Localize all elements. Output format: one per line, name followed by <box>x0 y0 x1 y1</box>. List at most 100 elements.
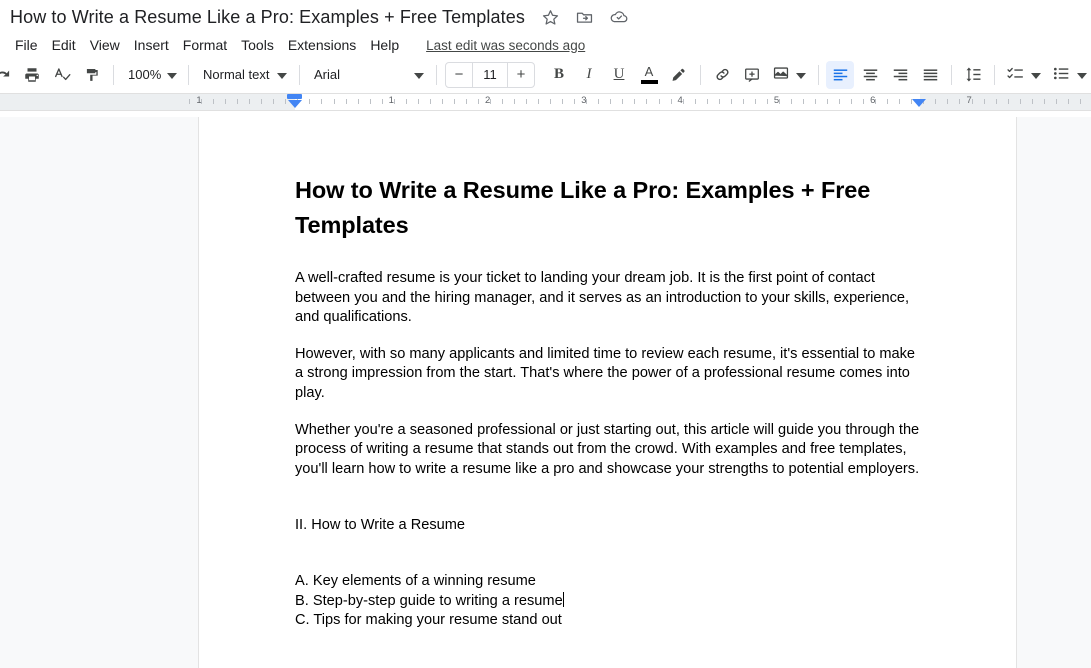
ruler-tick <box>381 99 383 104</box>
list-item-c: C. Tips for making your resume stand out <box>295 612 562 629</box>
underline-button[interactable]: U <box>605 61 633 89</box>
document-canvas[interactable]: How to Write a Resume Like a Pro: Exampl… <box>0 117 1091 668</box>
ruler-tick <box>1019 99 1021 104</box>
ruler-number: 6 <box>870 95 876 106</box>
menu-item-edit[interactable]: Edit <box>45 36 83 54</box>
font-family-dropdown[interactable]: Arial <box>306 61 430 89</box>
ruler-tick <box>947 99 949 104</box>
ruler-tick <box>899 99 901 104</box>
ruler-tick <box>646 99 648 104</box>
section-heading: II. How to Write a Resume <box>295 516 466 533</box>
bulleted-list-icon <box>1052 64 1071 86</box>
redo-icon[interactable] <box>0 61 16 89</box>
ruler-margin-left <box>0 94 295 110</box>
ruler-tick <box>189 99 191 104</box>
checklist-icon <box>1006 64 1025 86</box>
ruler-tick <box>213 99 215 104</box>
text-cursor <box>562 591 565 607</box>
right-indent-marker[interactable] <box>912 98 926 107</box>
paragraph-2: However, with so many applicants and lim… <box>295 345 916 401</box>
align-left-icon[interactable] <box>826 60 854 89</box>
star-icon[interactable] <box>539 5 563 29</box>
italic-label: I <box>586 66 592 82</box>
ruler-tick <box>622 99 624 104</box>
font-size-input[interactable]: 11 <box>472 62 508 87</box>
chevron-down-icon <box>167 67 178 82</box>
menu-item-tools[interactable]: Tools <box>234 36 281 54</box>
ruler-tick <box>815 99 817 104</box>
ruler-tick <box>634 99 636 104</box>
list-item-a: A. Key elements of a winning resume <box>295 573 536 590</box>
chevron-down-icon <box>414 67 424 82</box>
document-heading: How to Write a Resume Like a Pro: Exampl… <box>295 177 871 238</box>
bold-label: B <box>553 66 564 82</box>
spellcheck-icon[interactable] <box>48 61 76 89</box>
print-icon[interactable] <box>18 61 46 89</box>
ruler-tick <box>959 99 961 104</box>
chevron-down-icon <box>277 67 287 82</box>
toolbar-divider <box>994 64 995 85</box>
font-size-stepper[interactable]: − 11 + <box>445 61 535 88</box>
last-edit-link[interactable]: Last edit was seconds ago <box>426 38 585 53</box>
paragraph-style-dropdown[interactable]: Normal text <box>195 61 293 89</box>
ruler-number: 1 <box>388 95 394 106</box>
ruler-tick <box>465 99 467 104</box>
ruler-tick <box>1055 99 1057 104</box>
text-color-button[interactable]: A <box>635 61 663 89</box>
ruler-number: 2 <box>484 95 491 106</box>
ruler-tick <box>574 99 576 104</box>
align-center-icon[interactable] <box>856 61 884 89</box>
ruler-tick <box>345 99 347 104</box>
align-right-icon[interactable] <box>886 61 914 89</box>
decrease-font-size-button[interactable]: − <box>446 63 472 87</box>
left-indent-marker[interactable] <box>287 94 302 108</box>
menu-item-insert[interactable]: Insert <box>127 36 176 54</box>
ruler-tick <box>538 99 540 104</box>
paint-format-icon[interactable] <box>78 61 106 89</box>
ruler-tick <box>995 99 997 104</box>
bulleted-list-dropdown[interactable] <box>1047 61 1091 89</box>
ruler-tick <box>477 99 479 104</box>
menu-item-help[interactable]: Help <box>363 36 406 54</box>
menu-item-format[interactable]: Format <box>176 36 234 54</box>
add-comment-icon[interactable] <box>738 61 766 89</box>
increase-font-size-button[interactable]: + <box>508 63 534 87</box>
ruler-bottom-divider <box>0 110 1091 111</box>
ruler-tick <box>670 99 672 104</box>
ruler-tick <box>718 99 720 104</box>
document-page[interactable]: How to Write a Resume Like a Pro: Exampl… <box>199 117 1016 668</box>
align-justify-icon[interactable] <box>916 61 944 89</box>
page-content[interactable]: How to Write a Resume Like a Pro: Exampl… <box>199 117 1016 631</box>
ruler-tick <box>405 99 407 104</box>
menu-item-view[interactable]: View <box>83 36 127 54</box>
ruler-tick <box>790 99 792 104</box>
ruler-tick <box>694 99 696 104</box>
menu-item-extensions[interactable]: Extensions <box>281 36 363 54</box>
first-line-indent-bar <box>287 94 302 99</box>
ruler[interactable]: 1 1 2 3 4 5 6 7 <box>0 94 1091 111</box>
ruler-tick <box>321 99 323 104</box>
line-spacing-icon[interactable] <box>959 61 987 89</box>
chevron-down-icon <box>1031 67 1041 82</box>
toolbar-divider <box>700 64 701 85</box>
menu-item-file[interactable]: File <box>8 36 45 54</box>
ruler-tick <box>1067 99 1069 104</box>
italic-button[interactable]: I <box>575 61 603 89</box>
checklist-dropdown[interactable] <box>1001 61 1047 89</box>
ruler-tick <box>225 99 227 104</box>
move-to-folder-icon[interactable] <box>573 5 597 29</box>
bold-button[interactable]: B <box>545 61 573 89</box>
ruler-tick <box>526 99 528 104</box>
ruler-tick <box>562 99 564 104</box>
cloud-saved-icon[interactable] <box>607 5 631 29</box>
insert-image-dropdown[interactable] <box>767 61 812 89</box>
highlight-pen-icon[interactable] <box>665 61 693 89</box>
ruler-tick <box>1079 99 1081 104</box>
toolbar-divider <box>113 64 114 85</box>
ruler-tick <box>441 99 443 104</box>
zoom-dropdown[interactable]: 100% <box>120 61 182 89</box>
link-icon[interactable] <box>708 61 736 89</box>
ruler-tick <box>369 99 371 104</box>
document-title[interactable]: How to Write a Resume Like a Pro: Exampl… <box>6 5 529 30</box>
